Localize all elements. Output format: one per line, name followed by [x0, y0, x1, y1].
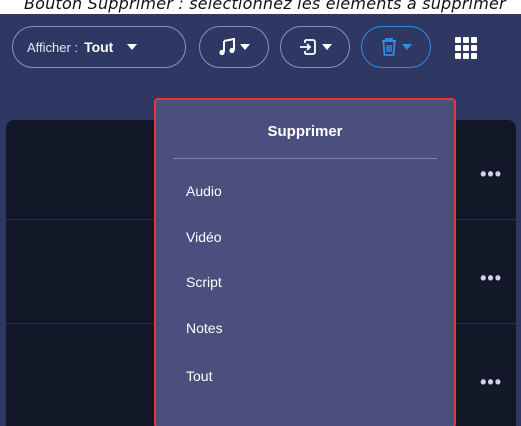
more-options-button[interactable]: •••: [480, 268, 502, 289]
chevron-down-icon: [240, 44, 250, 50]
delete-menu-panel: Supprimer Audio Vidéo Script Notes Tout: [159, 103, 451, 423]
filter-label: Afficher :: [27, 39, 79, 55]
menu-item-script[interactable]: Script: [186, 274, 222, 290]
menu-item-video[interactable]: Vidéo: [186, 229, 222, 245]
more-options-button[interactable]: •••: [480, 164, 502, 185]
menu-item-audio[interactable]: Audio: [186, 183, 222, 199]
menu-item-all[interactable]: Tout: [186, 368, 212, 384]
app-window: Afficher : Tout ••• ••• ••• Supprimer Au…: [0, 14, 521, 426]
music-note-icon: [219, 38, 235, 56]
trash-icon: [382, 38, 396, 56]
menu-item-notes[interactable]: Notes: [186, 320, 223, 336]
more-options-button[interactable]: •••: [480, 372, 502, 393]
export-dropdown-button[interactable]: [280, 26, 350, 68]
delete-menu-title: Supprimer: [267, 123, 343, 140]
filter-value: Tout: [84, 39, 114, 55]
caption-text: Bouton Supprimer : sélectionnez les élém…: [24, 0, 506, 13]
music-dropdown-button[interactable]: [199, 26, 269, 68]
delete-dropdown-button[interactable]: [361, 26, 431, 68]
divider: [173, 158, 437, 159]
filter-dropdown[interactable]: Afficher : Tout: [12, 26, 186, 68]
export-icon: [300, 39, 316, 55]
chevron-down-icon: [402, 44, 412, 50]
delete-menu: Supprimer Audio Vidéo Script Notes Tout: [154, 98, 456, 426]
chevron-down-icon: [322, 44, 332, 50]
chevron-down-icon: [127, 44, 138, 50]
grid-icon[interactable]: [452, 36, 480, 60]
